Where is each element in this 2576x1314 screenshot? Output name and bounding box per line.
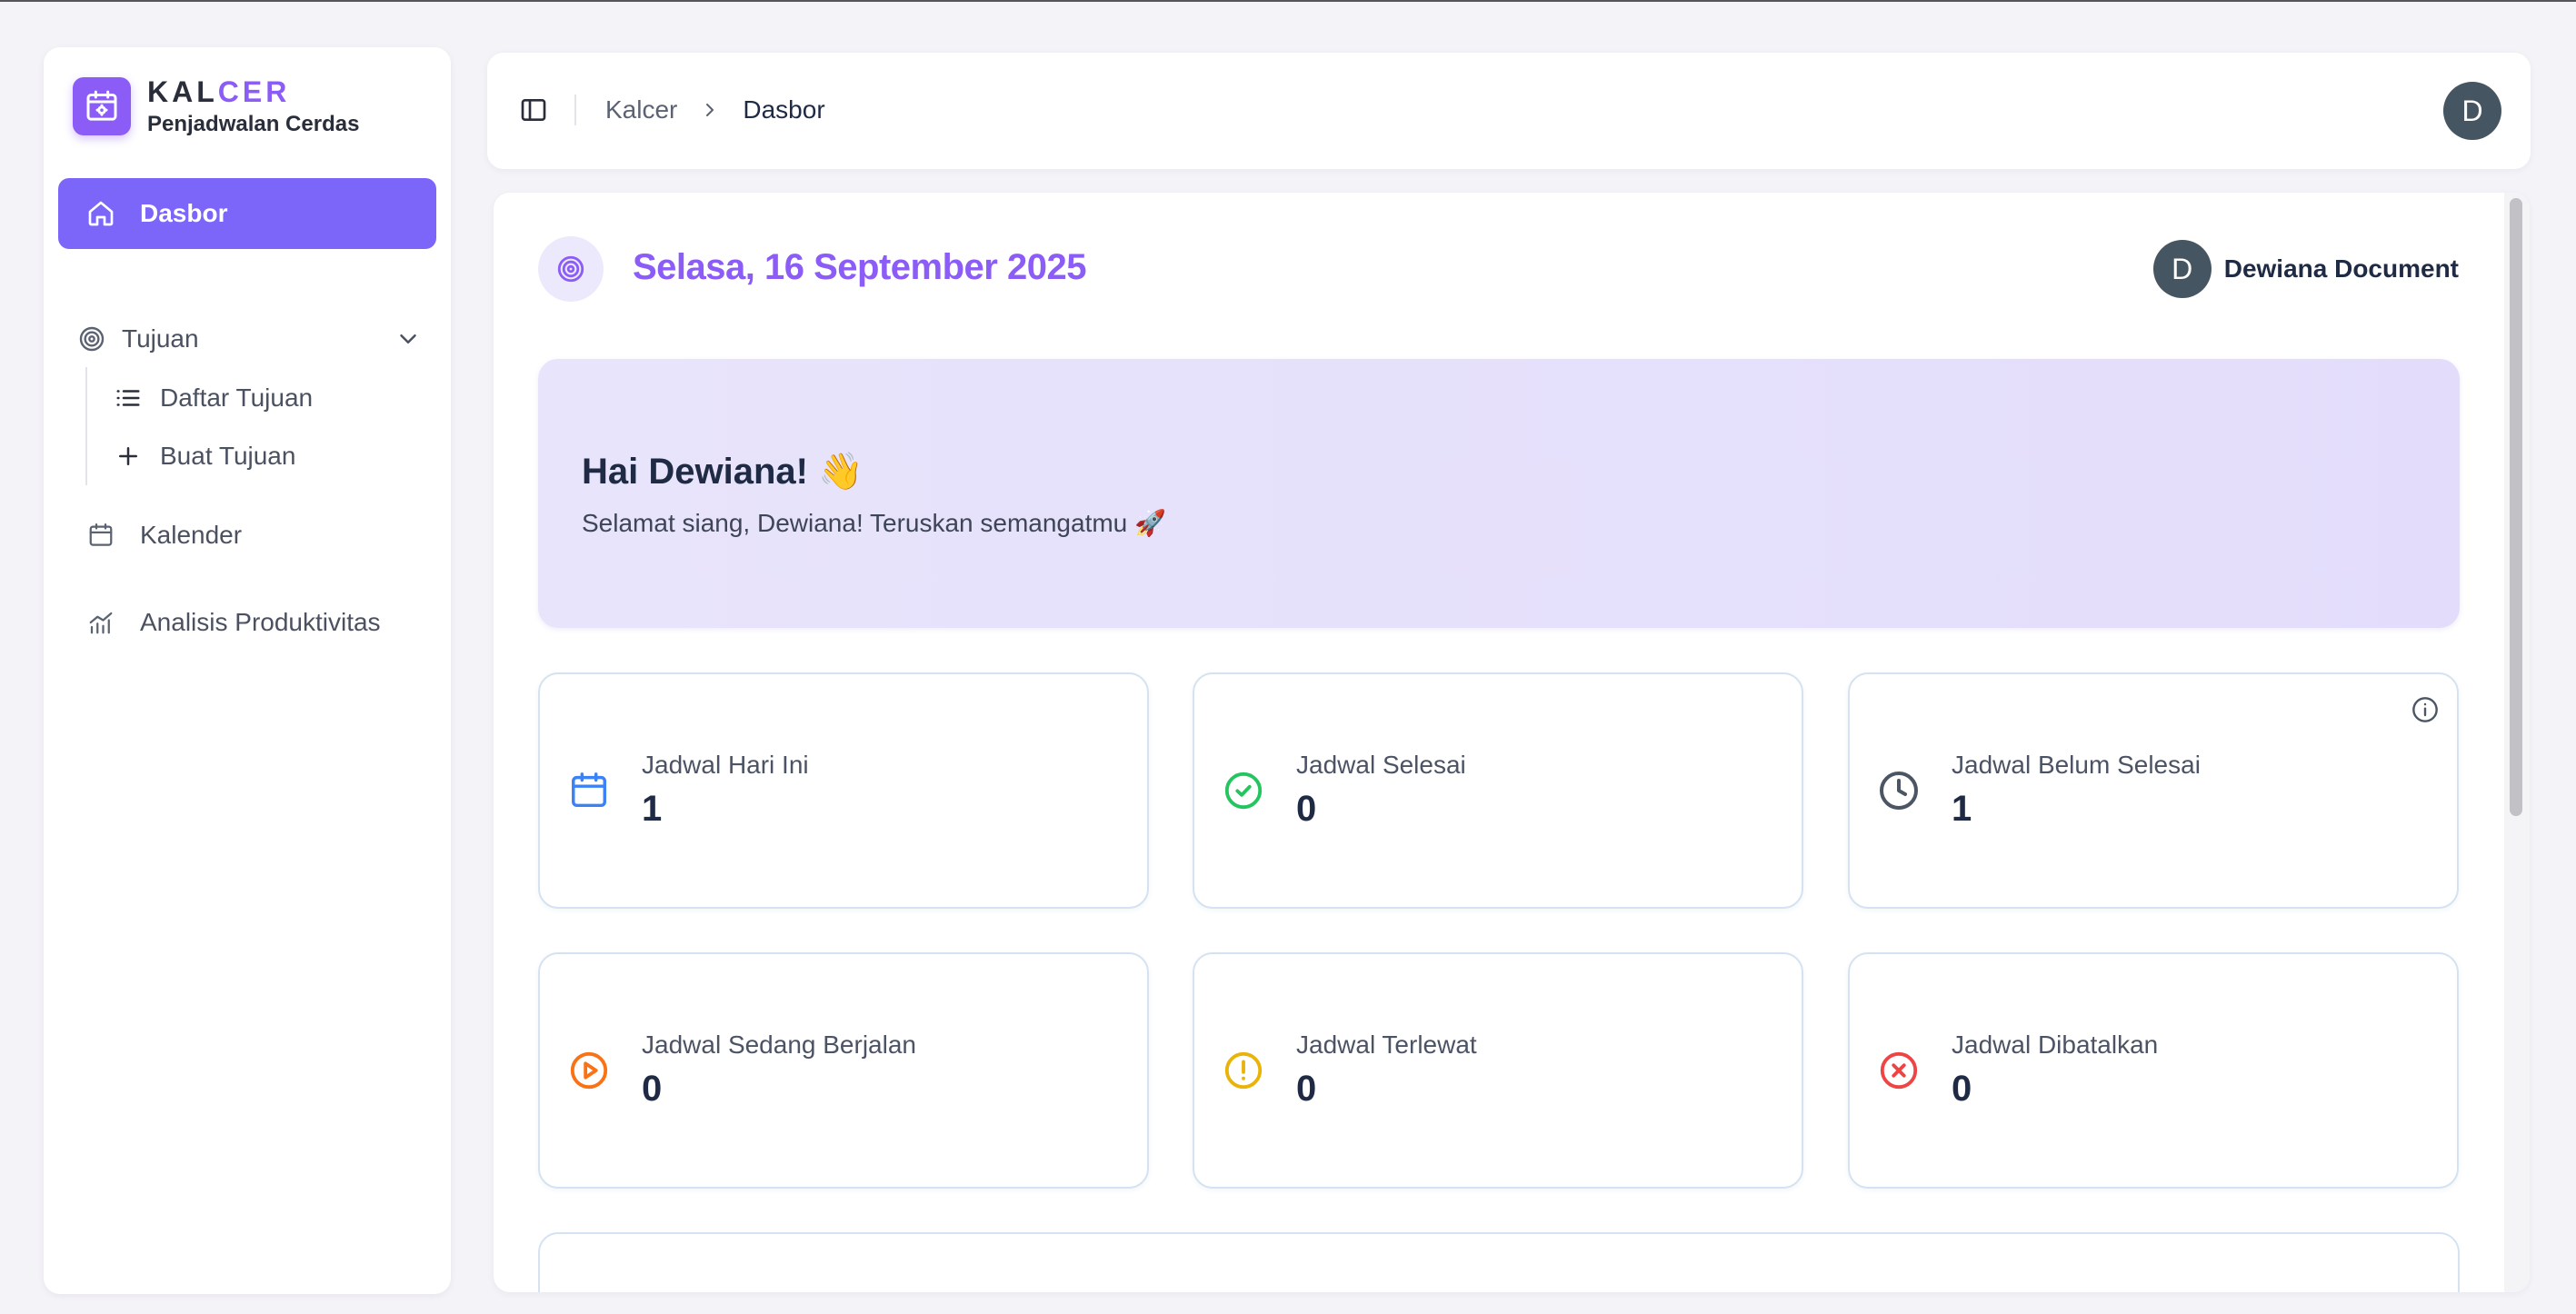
brand-name: KALCER	[147, 75, 291, 108]
avatar[interactable]: D	[2443, 82, 2501, 140]
sidebar-item-calendar[interactable]: Kalender	[58, 500, 436, 571]
stat-card-ongoing[interactable]: Jadwal Sedang Berjalan 0	[538, 952, 1149, 1189]
sidebar-item-label: Dasbor	[140, 199, 228, 227]
alert-circle-icon	[1222, 1049, 1265, 1092]
current-date: Selasa, 16 September 2025	[633, 247, 1086, 287]
stat-value: 1	[1952, 789, 1972, 829]
sidebar-item-label: Kalender	[140, 521, 243, 549]
main-content: Selasa, 16 September 2025 D Dewiana Docu…	[494, 193, 2530, 1292]
content-card	[538, 1232, 2460, 1292]
greeting-banner: Hai Dewiana! 👋 Selamat siang, Dewiana! T…	[538, 359, 2460, 628]
plus-icon	[115, 443, 142, 470]
sidebar-item-create-goal[interactable]: Buat Tujuan	[115, 431, 295, 482]
sidebar-group-goals[interactable]: Tujuan	[71, 311, 436, 367]
target-icon	[76, 324, 107, 354]
stat-value: 0	[642, 1069, 663, 1109]
calendar-icon	[567, 769, 611, 812]
sidebar-item-label: Daftar Tujuan	[160, 383, 314, 412]
brand[interactable]: KALCER Penjadwalan Cerdas	[73, 75, 359, 138]
stat-value: 1	[642, 789, 663, 829]
check-circle-icon	[1222, 769, 1265, 812]
avatar: D	[2152, 240, 2212, 298]
breadcrumb-link-home[interactable]: Kalcer	[605, 95, 677, 124]
stat-label: Jadwal Hari Ini	[642, 751, 809, 779]
scrollbar[interactable]	[2504, 193, 2530, 1292]
stat-card-cancelled[interactable]: Jadwal Dibatalkan 0	[1848, 952, 2459, 1189]
sidebar-item-productivity-analysis[interactable]: Analisis Produktivitas	[58, 587, 436, 658]
target-icon	[538, 236, 604, 302]
stat-label: Jadwal Sedang Berjalan	[642, 1030, 916, 1059]
stat-label: Jadwal Selesai	[1296, 751, 1466, 779]
greeting-title: Hai Dewiana! 👋	[582, 452, 864, 492]
greeting-subtitle: Selamat siang, Dewiana! Teruskan semanga…	[582, 509, 1166, 537]
scrollbar-thumb[interactable]	[2510, 198, 2522, 816]
brand-tagline: Penjadwalan Cerdas	[147, 112, 360, 136]
submenu-divider	[85, 367, 87, 485]
user-name: Dewiana Document	[2223, 254, 2459, 283]
divider	[574, 95, 576, 125]
list-icon	[115, 384, 142, 412]
stat-label: Jadwal Dibatalkan	[1952, 1030, 2159, 1059]
stat-card-pending[interactable]: Jadwal Belum Selesai 1	[1848, 672, 2459, 909]
sidebar-item-label: Analisis Produktivitas	[140, 608, 381, 636]
stat-card-completed[interactable]: Jadwal Selesai 0	[1193, 672, 1803, 909]
stat-value: 0	[1952, 1069, 1972, 1109]
breadcrumb: Kalcer Dasbor	[605, 93, 825, 127]
calendar-icon	[85, 520, 116, 551]
sidebar-toggle-icon[interactable]	[518, 95, 549, 125]
user-profile[interactable]: D Dewiana Document	[2152, 240, 2459, 298]
stat-label: Jadwal Terlewat	[1296, 1030, 1477, 1059]
stat-card-missed[interactable]: Jadwal Terlewat 0	[1193, 952, 1803, 1189]
sidebar-item-label: Buat Tujuan	[160, 442, 296, 470]
breadcrumb-current: Dasbor	[743, 95, 825, 124]
clock-icon	[1877, 769, 1921, 812]
info-icon[interactable]	[2410, 694, 2441, 725]
calendar-logo-icon	[73, 77, 131, 135]
chevron-right-icon	[699, 99, 721, 121]
home-icon	[85, 198, 116, 229]
stat-value: 0	[1296, 789, 1317, 829]
top-bar: Kalcer Dasbor D	[487, 53, 2531, 169]
stat-label: Jadwal Belum Selesai	[1952, 751, 2201, 779]
stat-value: 0	[1296, 1069, 1317, 1109]
x-circle-icon	[1877, 1049, 1921, 1092]
chart-icon	[85, 607, 116, 638]
sidebar-item-dashboard[interactable]: Dasbor	[58, 178, 436, 249]
play-circle-icon	[567, 1049, 611, 1092]
sidebar: KALCER Penjadwalan Cerdas Dasbor Tujuan	[44, 47, 451, 1294]
sidebar-group-label: Tujuan	[122, 324, 199, 353]
sidebar-item-goal-list[interactable]: Daftar Tujuan	[115, 373, 313, 423]
chevron-down-icon[interactable]	[394, 325, 422, 359]
stat-card-today[interactable]: Jadwal Hari Ini 1	[538, 672, 1149, 909]
